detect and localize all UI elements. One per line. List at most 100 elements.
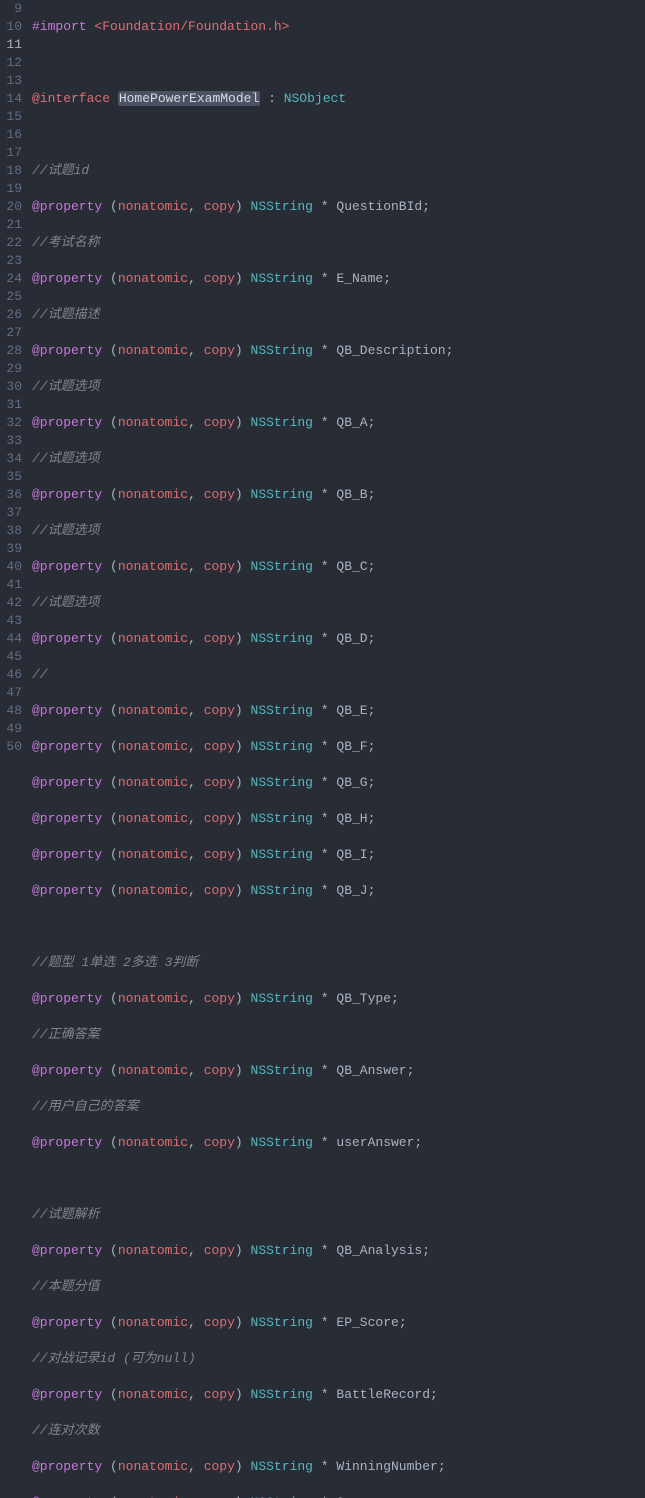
code-line[interactable]: //对战记录id (可为null) xyxy=(32,1350,645,1368)
code-line[interactable] xyxy=(32,126,645,144)
code-line[interactable]: @property (nonatomic, copy) NSString * Q… xyxy=(32,846,645,864)
identifier-token: QB_Answer xyxy=(336,1063,406,1078)
line-number: 42 xyxy=(0,594,22,612)
identifier-token: QB_A xyxy=(336,415,367,430)
star-token: * xyxy=(321,199,329,214)
identifier-token: QB_I xyxy=(336,847,367,862)
code-line[interactable]: @property (nonatomic, copy) NSString * E… xyxy=(32,1314,645,1332)
code-line[interactable]: //题型 1单选 2多选 3判断 xyxy=(32,954,645,972)
identifier-token: QuestionBId xyxy=(336,199,422,214)
code-line[interactable]: @property (nonatomic, copy) NSString * Q… xyxy=(32,774,645,792)
code-line[interactable] xyxy=(32,1170,645,1188)
code-line[interactable]: @property (nonatomic, copy) NSString * Q… xyxy=(32,342,645,360)
identifier-token: QB_Analysis xyxy=(336,1243,422,1258)
comment-token: //对战记录id (可为null) xyxy=(32,1351,196,1366)
code-line[interactable]: @property (nonatomic, copy) NSString * S… xyxy=(32,1494,645,1498)
comment-token: //试题选项 xyxy=(32,523,100,538)
line-number: 10 xyxy=(0,18,22,36)
line-number: 30 xyxy=(0,378,22,396)
code-line[interactable]: @property (nonatomic, copy) NSString * Q… xyxy=(32,702,645,720)
identifier-token: QB_F xyxy=(336,739,367,754)
code-line[interactable]: @property (nonatomic, copy) NSString * Q… xyxy=(32,1242,645,1260)
code-line[interactable]: @property (nonatomic, copy) NSString * Q… xyxy=(32,810,645,828)
identifier-token: QB_C xyxy=(336,559,367,574)
line-number: 39 xyxy=(0,540,22,558)
comma-token: , xyxy=(188,199,196,214)
line-number: 14 xyxy=(0,90,22,108)
line-number: 24 xyxy=(0,270,22,288)
code-line[interactable]: @property (nonatomic, copy) NSString * u… xyxy=(32,1134,645,1152)
code-line[interactable]: //试题选项 xyxy=(32,450,645,468)
code-line[interactable]: //连对次数 xyxy=(32,1422,645,1440)
code-line[interactable]: //试题选项 xyxy=(32,378,645,396)
property-keyword-token: @property xyxy=(32,199,102,214)
line-number: 40 xyxy=(0,558,22,576)
code-line[interactable]: @property (nonatomic, copy) NSString * Q… xyxy=(32,486,645,504)
code-line[interactable]: @property (nonatomic, copy) NSString * B… xyxy=(32,1386,645,1404)
identifier-token: QB_D xyxy=(336,631,367,646)
comment-token: // xyxy=(32,667,48,682)
code-line[interactable]: //正确答案 xyxy=(32,1026,645,1044)
line-number: 16 xyxy=(0,126,22,144)
line-number: 9 xyxy=(0,0,22,18)
identifier-token: QB_H xyxy=(336,811,367,826)
property-keyword-token: @property xyxy=(32,271,102,286)
paren-close-token: ) xyxy=(235,199,243,214)
code-area[interactable]: #import <Foundation/Foundation.h> @inter… xyxy=(32,0,645,749)
code-line[interactable]: //试题选项 xyxy=(32,594,645,612)
line-number: 48 xyxy=(0,702,22,720)
code-editor[interactable]: 9 10 11 12 13 14 15 16 17 18 19 20 21 22… xyxy=(0,0,645,749)
code-line[interactable]: //用户自己的答案 xyxy=(32,1098,645,1116)
semicolon-token: ; xyxy=(422,199,430,214)
code-line[interactable] xyxy=(32,54,645,72)
code-line[interactable] xyxy=(32,918,645,936)
identifier-token: EP_Score xyxy=(336,1315,398,1330)
code-line[interactable]: @property (nonatomic, copy) NSString * Q… xyxy=(32,414,645,432)
modifier-token: nonatomic xyxy=(118,199,188,214)
line-number: 47 xyxy=(0,684,22,702)
code-line[interactable]: @property (nonatomic, copy) NSString * W… xyxy=(32,1458,645,1476)
line-number: 36 xyxy=(0,486,22,504)
comment-token: //考试名称 xyxy=(32,235,100,250)
code-line[interactable]: //试题选项 xyxy=(32,522,645,540)
code-line[interactable]: @property (nonatomic, copy) NSString * Q… xyxy=(32,630,645,648)
identifier-token: QB_Type xyxy=(336,991,391,1006)
code-line[interactable]: //试题解析 xyxy=(32,1206,645,1224)
code-line[interactable]: @property (nonatomic, copy) NSString * Q… xyxy=(32,198,645,216)
line-number-gutter: 9 10 11 12 13 14 15 16 17 18 19 20 21 22… xyxy=(0,0,32,749)
directive-token: #import xyxy=(32,19,87,34)
code-line[interactable]: //考试名称 xyxy=(32,234,645,252)
line-number-current: 11 xyxy=(0,36,22,54)
code-line[interactable]: @property (nonatomic, copy) NSString * E… xyxy=(32,270,645,288)
identifier-token: QB_B xyxy=(336,487,367,502)
comment-token: //试题描述 xyxy=(32,307,100,322)
line-number: 19 xyxy=(0,180,22,198)
code-line[interactable]: @property (nonatomic, copy) NSString * Q… xyxy=(32,882,645,900)
line-number: 45 xyxy=(0,648,22,666)
type-token: NSString xyxy=(251,199,313,214)
comment-token: //连对次数 xyxy=(32,1423,100,1438)
comment-token: //试题id xyxy=(32,163,89,178)
code-line[interactable]: @property (nonatomic, copy) NSString * Q… xyxy=(32,1062,645,1080)
comment-token: //用户自己的答案 xyxy=(32,1099,139,1114)
line-number: 33 xyxy=(0,432,22,450)
identifier-token: QB_E xyxy=(336,703,367,718)
code-line[interactable]: // xyxy=(32,666,645,684)
code-line[interactable]: @property (nonatomic, copy) NSString * Q… xyxy=(32,990,645,1008)
line-number: 23 xyxy=(0,252,22,270)
line-number: 41 xyxy=(0,576,22,594)
colon-token: : xyxy=(268,91,276,106)
modifier-token: copy xyxy=(204,199,235,214)
code-line[interactable]: @property (nonatomic, copy) NSString * Q… xyxy=(32,558,645,576)
line-number: 26 xyxy=(0,306,22,324)
line-number: 50 xyxy=(0,738,22,756)
line-number: 46 xyxy=(0,666,22,684)
code-line[interactable]: //试题id xyxy=(32,162,645,180)
code-line[interactable]: //本题分值 xyxy=(32,1278,645,1296)
code-line[interactable]: @interface HomePowerExamModel : NSObject xyxy=(32,90,645,108)
code-line[interactable]: @property (nonatomic, copy) NSString * Q… xyxy=(32,738,645,756)
comment-token: //试题解析 xyxy=(32,1207,100,1222)
line-number: 31 xyxy=(0,396,22,414)
code-line[interactable]: //试题描述 xyxy=(32,306,645,324)
code-line[interactable]: #import <Foundation/Foundation.h> xyxy=(32,18,645,36)
